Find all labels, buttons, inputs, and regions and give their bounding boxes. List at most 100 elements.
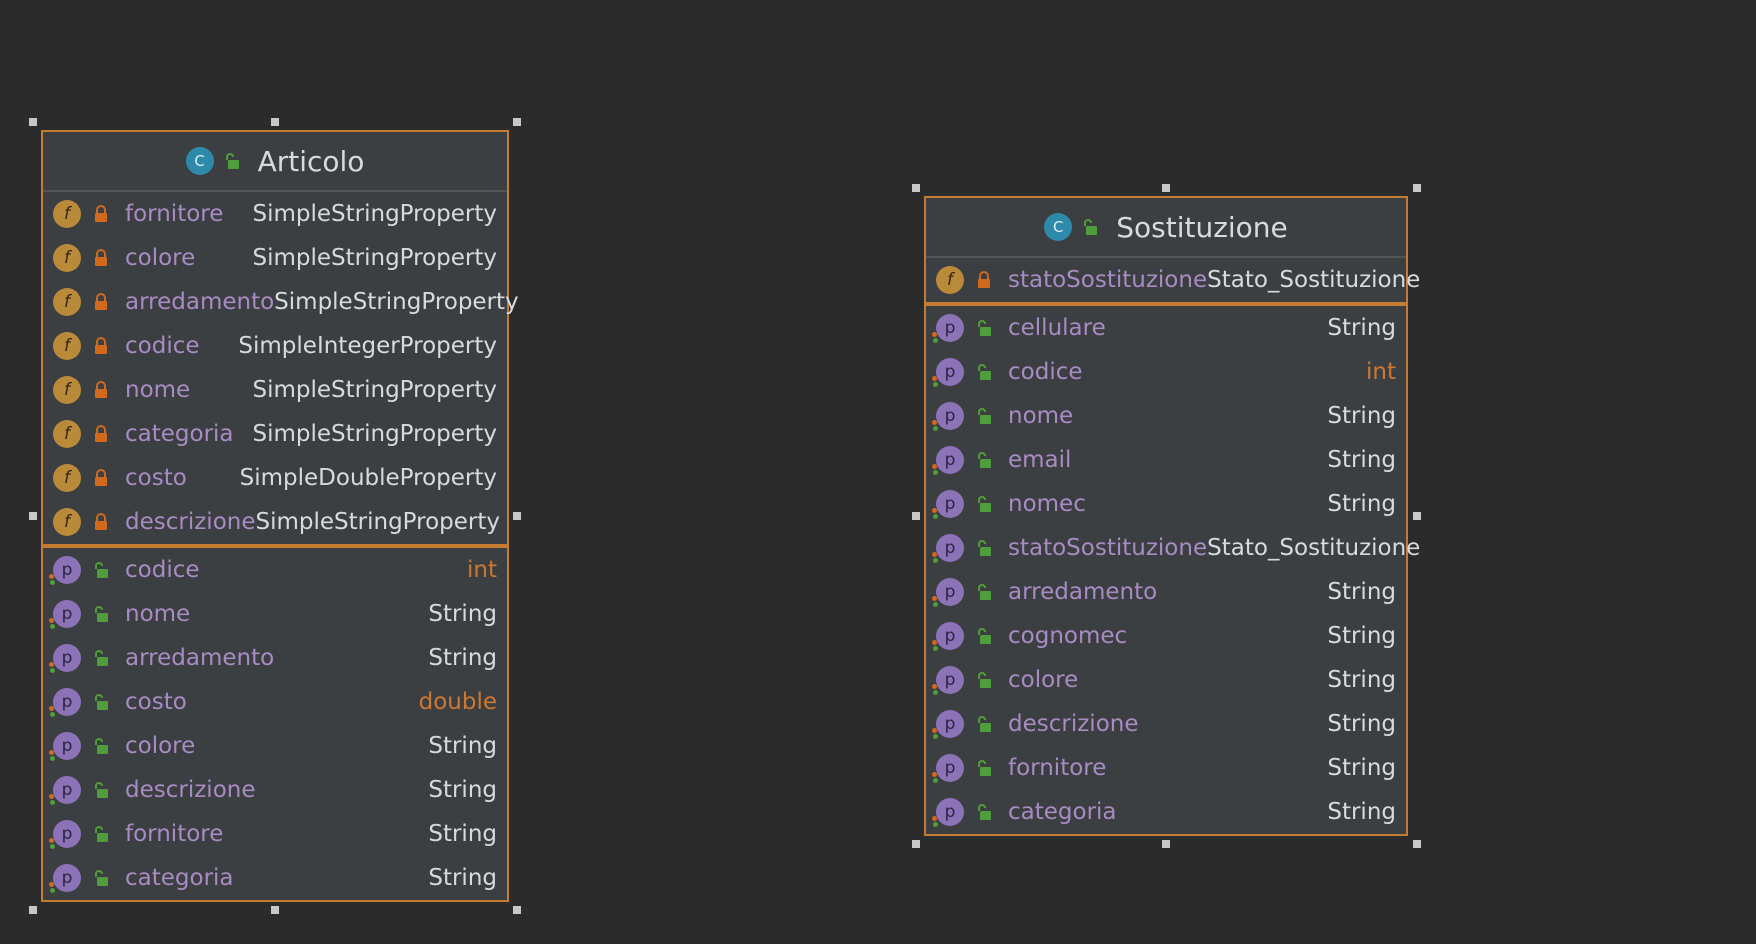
property-row[interactable]: p cellulare String: [926, 306, 1406, 350]
resize-handle[interactable]: [1413, 840, 1421, 848]
property-row[interactable]: p nomec String: [926, 482, 1406, 526]
property-icon: p: [932, 622, 964, 651]
field-row[interactable]: f fornitore SimpleStringProperty: [43, 192, 507, 236]
resize-handle[interactable]: [1162, 184, 1170, 192]
field-row[interactable]: f nome SimpleStringProperty: [43, 368, 507, 412]
property-name: codice: [1008, 359, 1083, 385]
resize-handle[interactable]: [29, 118, 37, 126]
property-icon: p: [932, 358, 964, 387]
resize-handle[interactable]: [912, 184, 920, 192]
property-icon: p: [49, 864, 81, 893]
property-name: nomec: [1008, 491, 1086, 517]
property-row[interactable]: p fornitore String: [43, 812, 507, 856]
private-lock-icon: [95, 425, 107, 442]
resize-handle[interactable]: [29, 906, 37, 914]
field-icon: f: [53, 420, 81, 448]
property-row[interactable]: p colore String: [43, 724, 507, 768]
private-lock-icon: [95, 469, 107, 486]
property-row[interactable]: p statoSostituzione Stato_Sostituzione: [926, 526, 1420, 570]
property-row[interactable]: p nome String: [43, 592, 507, 636]
resize-handle[interactable]: [271, 906, 279, 914]
property-type: String: [1327, 711, 1396, 737]
field-row[interactable]: f colore SimpleStringProperty: [43, 236, 507, 280]
resize-handle[interactable]: [513, 906, 521, 914]
field-name: fornitore: [125, 201, 224, 227]
field-type: SimpleStringProperty: [252, 245, 498, 271]
class-header: C Articolo: [43, 132, 507, 192]
field-icon: f: [53, 200, 81, 228]
field-icon: f: [53, 508, 81, 536]
property-row[interactable]: p fornitore String: [926, 746, 1406, 790]
property-name: fornitore: [125, 821, 224, 847]
field-name: nome: [125, 377, 191, 403]
property-type: String: [1327, 799, 1396, 825]
resize-handle[interactable]: [29, 512, 37, 520]
field-icon: f: [936, 266, 964, 294]
public-lock-icon: [1084, 219, 1098, 235]
property-row[interactable]: p categoria String: [43, 856, 507, 900]
private-lock-icon: [95, 205, 107, 222]
resize-handle[interactable]: [1413, 512, 1421, 520]
resize-handle[interactable]: [1413, 184, 1421, 192]
property-type: String: [428, 777, 497, 803]
property-icon: p: [932, 754, 964, 783]
property-name: nome: [1008, 403, 1074, 429]
resize-handle[interactable]: [513, 118, 521, 126]
field-type: Stato_Sostituzione: [1207, 267, 1421, 293]
resize-handle[interactable]: [1162, 840, 1170, 848]
property-type: String: [1327, 579, 1396, 605]
property-type: String: [1327, 403, 1396, 429]
property-row[interactable]: p descrizione String: [43, 768, 507, 812]
field-row[interactable]: f costo SimpleDoubleProperty: [43, 456, 507, 500]
resize-handle[interactable]: [912, 840, 920, 848]
field-row[interactable]: f arredamento SimpleStringProperty: [43, 280, 519, 324]
property-name: cellulare: [1008, 315, 1106, 341]
public-lock-icon: [95, 650, 108, 666]
public-lock-icon: [978, 672, 991, 688]
property-name: arredamento: [1008, 579, 1158, 605]
field-row[interactable]: f descrizione SimpleStringProperty: [43, 500, 507, 544]
property-name: colore: [125, 733, 196, 759]
field-row[interactable]: f codice SimpleIntegerProperty: [43, 324, 507, 368]
property-type: String: [428, 821, 497, 847]
field-name: codice: [125, 333, 200, 359]
property-icon: p: [932, 402, 964, 431]
class-icon: C: [1044, 213, 1073, 241]
resize-handle[interactable]: [271, 118, 279, 126]
property-row[interactable]: p codice int: [926, 350, 1406, 394]
properties-section: p cellulare String p codice int p nome String …: [926, 306, 1420, 834]
property-row[interactable]: p costo double: [43, 680, 507, 724]
field-row[interactable]: f categoria SimpleStringProperty: [43, 412, 507, 456]
public-lock-icon: [978, 628, 991, 644]
resize-handle[interactable]: [513, 512, 521, 520]
property-row[interactable]: p descrizione String: [926, 702, 1406, 746]
field-icon: f: [53, 376, 81, 404]
property-row[interactable]: p nome String: [926, 394, 1406, 438]
property-icon: p: [932, 798, 964, 827]
field-row[interactable]: f statoSostituzione Stato_Sostituzione: [926, 258, 1420, 302]
field-name: descrizione: [125, 509, 256, 535]
public-lock-icon: [978, 364, 991, 380]
property-row[interactable]: p codice int: [43, 548, 507, 592]
class-box-articolo[interactable]: C Articolo f fornitore SimpleStringPropert…: [41, 130, 519, 902]
property-type: String: [1327, 755, 1396, 781]
field-type: SimpleDoubleProperty: [239, 465, 497, 491]
property-row[interactable]: p email String: [926, 438, 1406, 482]
property-row[interactable]: p arredamento String: [43, 636, 507, 680]
private-lock-icon: [95, 249, 107, 266]
property-name: costo: [125, 689, 187, 715]
public-lock-icon: [95, 606, 108, 622]
public-lock-icon: [978, 716, 991, 732]
resize-handle[interactable]: [912, 512, 920, 520]
property-row[interactable]: p categoria String: [926, 790, 1406, 834]
public-lock-icon: [978, 408, 991, 424]
property-row[interactable]: p colore String: [926, 658, 1406, 702]
property-icon: p: [49, 600, 81, 629]
property-row[interactable]: p cognomec String: [926, 614, 1406, 658]
class-box-sostituzione[interactable]: C Sostituzione f statoSostituzione Stato_S…: [924, 196, 1420, 836]
public-lock-icon: [225, 153, 239, 169]
field-type: SimpleStringProperty: [252, 377, 498, 403]
public-lock-icon: [978, 584, 991, 600]
property-icon: p: [49, 688, 81, 717]
property-row[interactable]: p arredamento String: [926, 570, 1406, 614]
